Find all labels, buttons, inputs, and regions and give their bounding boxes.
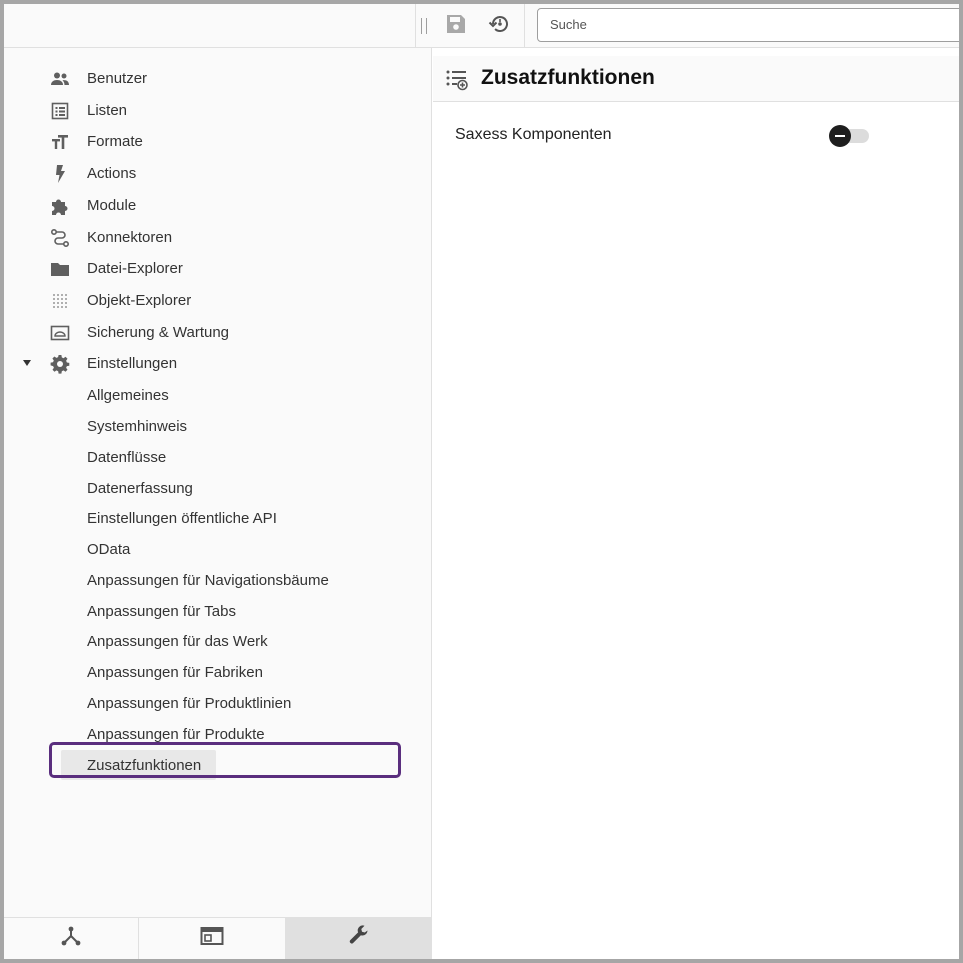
sidebar-item-label: Formate [87, 133, 143, 150]
sidebar-subitem-systemhinweis[interactable]: Systemhinweis [4, 412, 432, 442]
sidebar: Benutzer Listen Formate Actions Module K… [4, 4, 432, 959]
sidebar-item-label: Objekt-Explorer [87, 292, 192, 309]
gear-icon [50, 354, 70, 374]
save-button[interactable] [442, 12, 470, 40]
save-icon [446, 14, 466, 39]
sidebar-subitem-label: Allgemeines [87, 387, 169, 404]
add-list-icon [445, 67, 469, 91]
sidebar-item-label: Listen [87, 102, 128, 119]
caret-down-icon[interactable] [23, 360, 31, 366]
bolt-icon [50, 164, 70, 184]
history-button[interactable] [486, 12, 514, 40]
sidebar-item-label: Actions [87, 165, 137, 182]
sidebar-item-label: Sicherung & Wartung [87, 324, 230, 341]
sidebar-item-sicherung-wartung[interactable]: Sicherung & Wartung [4, 318, 432, 348]
sidebar-item-module[interactable]: Module [4, 191, 432, 221]
bottom-tab-bar [4, 917, 432, 959]
sidebar-subitem-label: Anpassungen für Produktlinien [87, 695, 292, 712]
sidebar-item-label: Einstellungen [87, 355, 178, 372]
sidebar-subitem-label: Anpassungen für Fabriken [87, 664, 263, 681]
tab-hierarchy[interactable] [4, 918, 139, 959]
sidebar-subitem-allgemeines[interactable]: Allgemeines [4, 381, 432, 411]
sidebar-item-actions[interactable]: Actions [4, 159, 432, 189]
list-icon [50, 101, 70, 121]
sidebar-subitem-tabs[interactable]: Anpassungen für Tabs [4, 597, 432, 627]
puzzle-icon [50, 196, 70, 216]
toolbar: Suche [432, 4, 963, 48]
setting-label: Saxess Komponenten [455, 126, 612, 143]
sidebar-item-label: Module [87, 197, 137, 214]
sidebar-header [4, 4, 432, 48]
tab-window[interactable] [139, 918, 285, 959]
page-title: Zusatzfunktionen [481, 66, 655, 89]
tab-wrench[interactable] [285, 918, 432, 959]
sidebar-subitem-label: Anpassungen für das Werk [87, 633, 268, 650]
sidebar-subitem-label: Anpassungen für Navigationsbäume [87, 572, 329, 589]
divider [415, 4, 416, 48]
search-input[interactable]: Suche [537, 8, 963, 42]
sidebar-subitem-datenfluesse[interactable]: Datenflüsse [4, 443, 432, 473]
sidebar-item-benutzer[interactable]: Benutzer [4, 64, 432, 94]
sidebar-subitem-werk[interactable]: Anpassungen für das Werk [4, 627, 432, 657]
toolbar-divider [524, 4, 525, 48]
selection-highlight-box [49, 742, 401, 778]
window-icon [200, 926, 224, 951]
sidebar-subitem-label: Anpassungen für Produkte [87, 726, 265, 743]
sidebar-subitem-datenerfassung[interactable]: Datenerfassung [4, 474, 432, 504]
sidebar-subitem-odata[interactable]: OData [4, 535, 432, 565]
saxess-komponenten-toggle[interactable] [829, 125, 871, 147]
backup-icon [50, 323, 70, 343]
sidebar-item-label: Datei-Explorer [87, 260, 183, 277]
sidebar-item-konnektoren[interactable]: Konnektoren [4, 223, 432, 253]
sidebar-subitem-label: Einstellungen öffentliche API [87, 510, 277, 527]
text-format-icon [50, 132, 70, 152]
sidebar-subitem-label: Anpassungen für Tabs [87, 603, 236, 620]
hierarchy-icon [60, 925, 82, 952]
page-header: Zusatzfunktionen [433, 56, 959, 102]
sidebar-subitem-label: OData [87, 541, 131, 558]
route-icon [50, 228, 70, 248]
dot-grid-icon [50, 291, 70, 311]
sidebar-item-listen[interactable]: Listen [4, 96, 432, 126]
sidebar-subitem-label: Datenerfassung [87, 480, 193, 497]
sidebar-subitem-fabriken[interactable]: Anpassungen für Fabriken [4, 658, 432, 688]
sidebar-item-einstellungen[interactable]: Einstellungen [4, 349, 432, 379]
setting-saxess-komponenten: Saxess Komponenten [455, 124, 875, 148]
sidebar-item-label: Konnektoren [87, 229, 173, 246]
sidebar-item-datei-explorer[interactable]: Datei-Explorer [4, 254, 432, 284]
sidebar-subitem-label: Systemhinweis [87, 418, 188, 435]
toggle-knob [829, 125, 851, 147]
history-icon [488, 12, 512, 41]
sidebar-subitem-produktlinien[interactable]: Anpassungen für Produktlinien [4, 689, 432, 719]
sidebar-subitem-navigationsbaeume[interactable]: Anpassungen für Navigationsbäume [4, 566, 432, 596]
sidebar-item-formate[interactable]: Formate [4, 127, 432, 157]
drag-handle[interactable] [421, 18, 427, 34]
folder-icon [50, 259, 70, 279]
sidebar-subitem-label: Datenflüsse [87, 449, 167, 466]
wrench-icon [347, 924, 371, 953]
sidebar-item-label: Benutzer [87, 70, 148, 87]
sidebar-item-objekt-explorer[interactable]: Objekt-Explorer [4, 286, 432, 316]
users-icon [50, 69, 70, 89]
sidebar-subitem-oeffentliche-api[interactable]: Einstellungen öffentliche API [4, 504, 432, 534]
minus-icon [835, 135, 845, 137]
